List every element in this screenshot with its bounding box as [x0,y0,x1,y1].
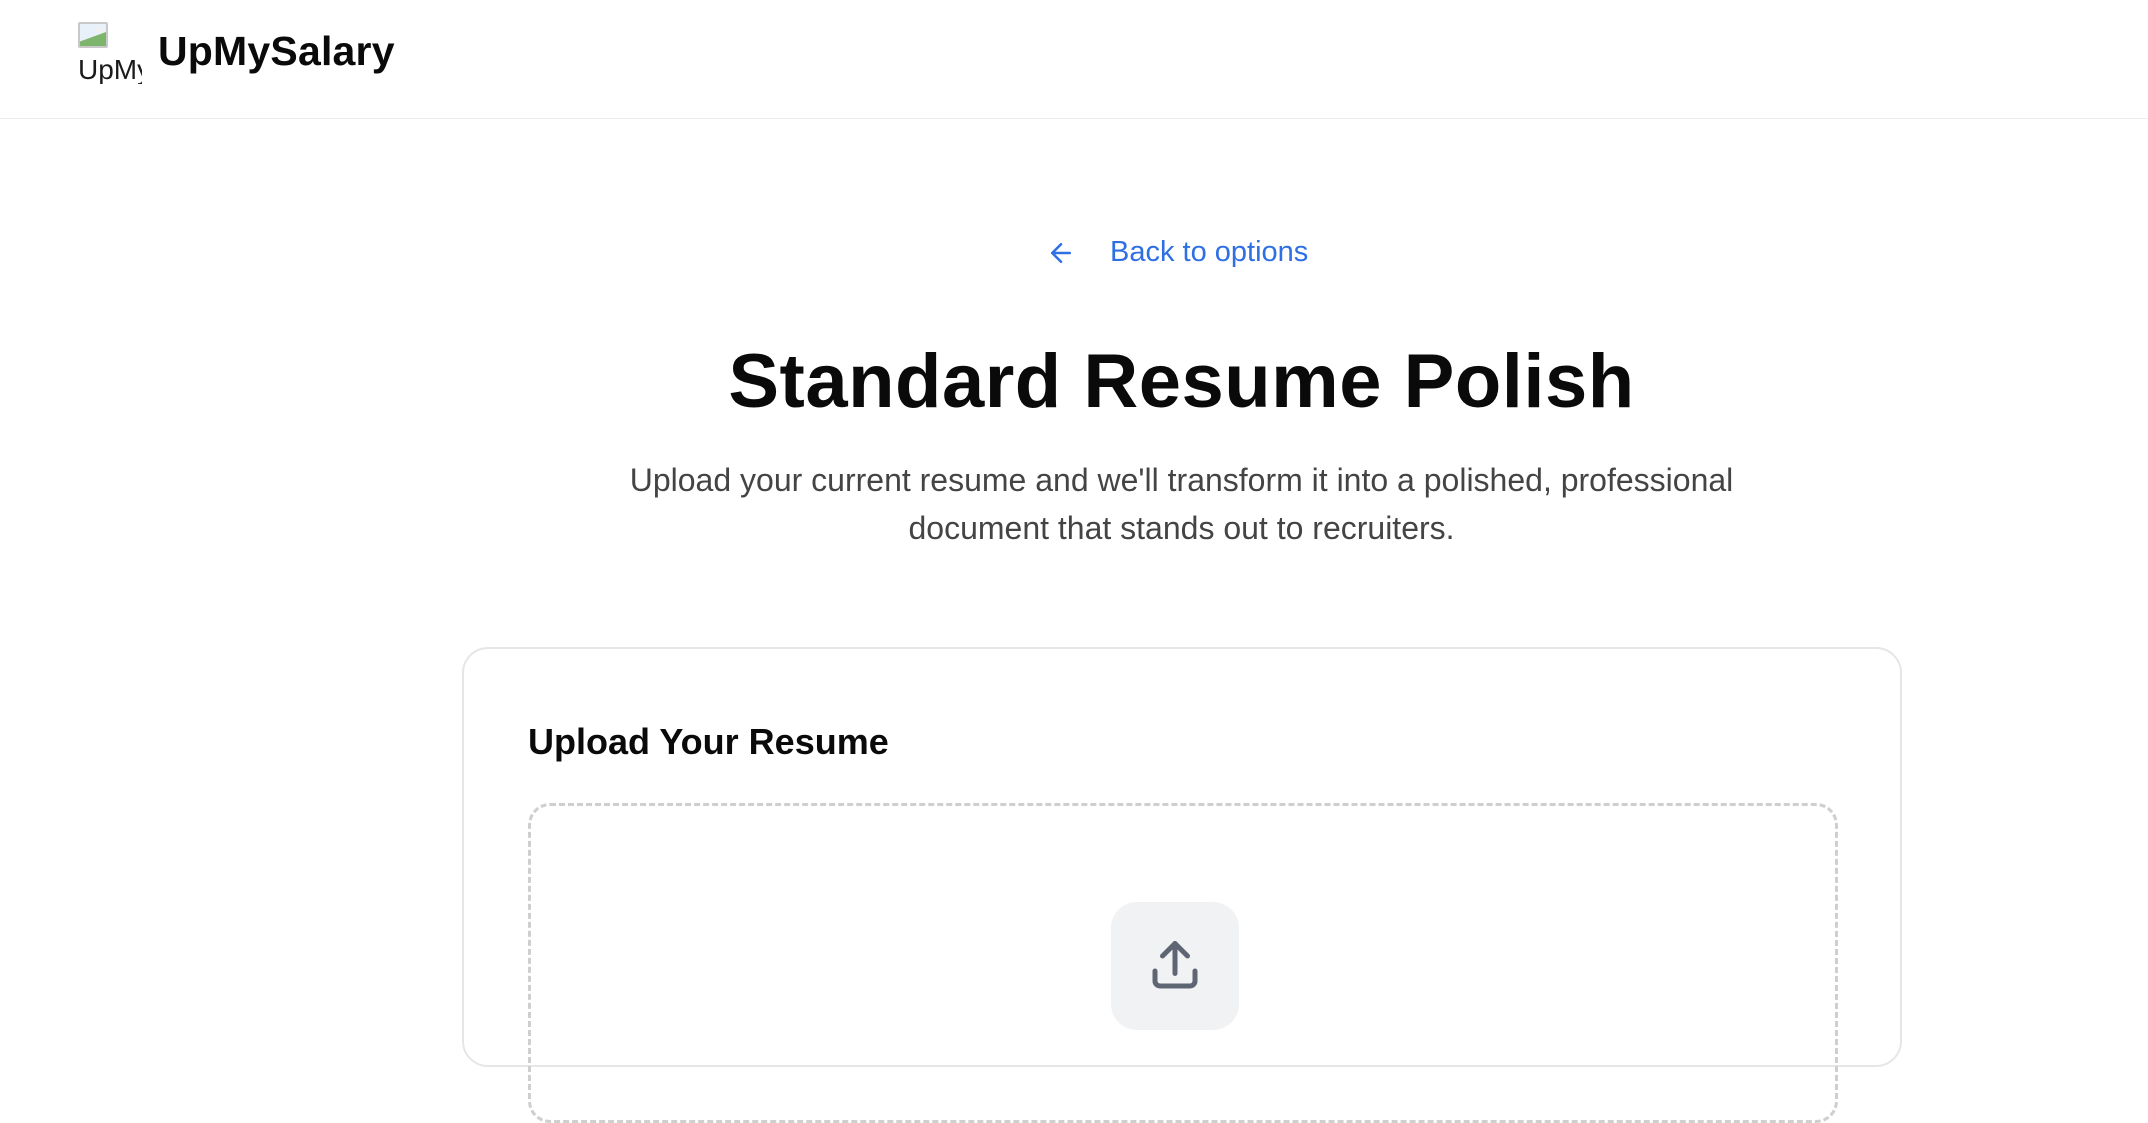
upload-icon [1152,941,1198,989]
page-title: Standard Resume Polish [728,339,1635,424]
page-subtitle: Upload your current resume and we'll tra… [629,462,1734,546]
logo-alt-text: UpMySalary [78,54,142,84]
resume-dropzone[interactable] [528,803,1838,1123]
upload-card-title: Upload Your Resume [528,721,889,762]
logo-image[interactable]: UpMySalary [78,22,142,84]
brand-name[interactable]: UpMySalary [158,28,395,75]
upload-card: Upload Your Resume [462,647,1902,1123]
top-bar: UpMySalary UpMySalary [0,0,2148,119]
upload-icon-tile[interactable] [1111,902,1239,1030]
broken-image-icon [78,22,108,48]
arrow-left-icon [1051,242,1071,263]
back-to-options-link[interactable]: Back to options [1046,236,1308,269]
back-link-label: Back to options [1110,236,1309,268]
